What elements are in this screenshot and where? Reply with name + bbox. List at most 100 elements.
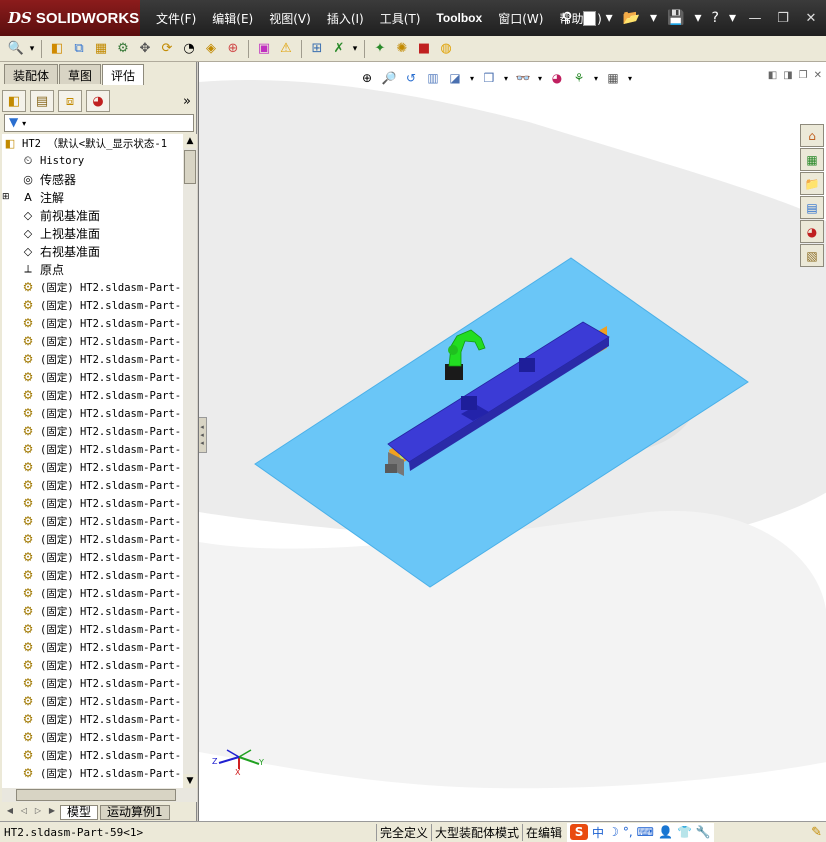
tree-part-row[interactable]: ⚙ (固定) HT2.sldasm-Part- xyxy=(2,602,183,620)
tree-item-history[interactable]: ⏲ History xyxy=(2,152,183,170)
interference-icon[interactable]: ✗ xyxy=(329,39,349,59)
tree-part-row[interactable]: ⚙ (固定) HT2.sldasm-Part- xyxy=(2,458,183,476)
appearances-scenes-icon[interactable]: ◕ xyxy=(800,220,824,243)
solidworks-resources-icon[interactable]: ⌂ xyxy=(800,124,824,147)
next-tab-icon[interactable]: ▷ xyxy=(32,806,44,819)
tree-part-row[interactable]: ⚙ (固定) HT2.sldasm-Part- xyxy=(2,638,183,656)
insert-component-icon[interactable]: ◧ xyxy=(47,39,67,59)
appearance-icon[interactable]: ▣ xyxy=(254,39,274,59)
select-tool-icon[interactable]: 🔍 xyxy=(6,39,26,59)
bottom-tab-model[interactable]: 模型 xyxy=(60,805,99,820)
tree-part-row[interactable]: ⚙ (固定) HT2.sldasm-Part- xyxy=(2,440,183,458)
tree-part-row[interactable]: ⚙ (固定) HT2.sldasm-Part- xyxy=(2,566,183,584)
feature-tree-icon[interactable]: ◧ xyxy=(2,90,26,112)
previous-view-icon[interactable]: ↺ xyxy=(403,70,419,86)
edit-appearance-icon[interactable]: ◕ xyxy=(549,70,565,86)
file-explorer-icon[interactable]: 📁 xyxy=(800,172,824,195)
split-view-icon[interactable]: ◧ xyxy=(768,70,777,81)
dropdown-arrow-icon[interactable]: ▾ xyxy=(729,10,736,26)
dropdown-arrow-icon[interactable]: ▾ xyxy=(469,70,475,86)
tree-part-row[interactable]: ⚙ (固定) HT2.sldasm-Part- xyxy=(2,350,183,368)
tree-item-annotation[interactable]: ⊞ A 注解 xyxy=(2,188,183,206)
scroll-up-icon[interactable]: ▲ xyxy=(183,134,197,148)
apply-scene-icon[interactable]: ⚘ xyxy=(571,70,587,86)
zoom-to-area-icon[interactable]: 🔎 xyxy=(381,70,397,86)
property-manager-icon[interactable]: ▤ xyxy=(30,90,54,112)
dropdown-arrow-icon[interactable]: ▾ xyxy=(627,70,633,86)
ime-halfwidth-icon[interactable]: ☽ xyxy=(608,825,619,839)
graphics-area[interactable]: X Y Z ⊕ 🔎 ↺ ▥ ◪ ▾ ❒ ▾ 👓 ▾ ◕ ⚘ ▾ ▦ ▾ ◧ ◨ … xyxy=(198,62,826,821)
display-manager-icon[interactable]: ◕ xyxy=(86,90,110,112)
tree-part-row[interactable]: ⚙ (固定) HT2.sldasm-Part- xyxy=(2,404,183,422)
tree-part-row[interactable]: ⚙ (固定) HT2.sldasm-Part- xyxy=(2,746,183,764)
pin-icon[interactable]: ⚲ xyxy=(562,10,572,26)
tree-part-row[interactable]: ⚙ (固定) HT2.sldasm-Part- xyxy=(2,512,183,530)
help-icon[interactable]: ? xyxy=(712,10,719,26)
ime-user-icon[interactable]: 👤 xyxy=(658,825,673,839)
save-icon[interactable]: 💾 xyxy=(667,10,684,26)
color-display-icon[interactable]: ■ xyxy=(414,39,434,59)
minimize-icon[interactable]: — xyxy=(746,11,764,26)
panel-splitter-handle[interactable]: ◂ ◂ ◂ xyxy=(199,417,207,453)
tree-part-row[interactable]: ⚙ (固定) HT2.sldasm-Part- xyxy=(2,332,183,350)
tree-item-sensor[interactable]: ◎ 传感器 xyxy=(2,170,183,188)
move-component-icon[interactable]: ✥ xyxy=(135,39,155,59)
menu-tools[interactable]: 工具(T) xyxy=(372,10,429,27)
hide-show-items-icon[interactable]: 👓 xyxy=(515,70,531,86)
zoom-to-fit-icon[interactable]: ⊕ xyxy=(359,70,375,86)
tree-item-plane[interactable]: ◇ 上视基准面 xyxy=(2,224,183,242)
tab-evaluate[interactable]: 评估 xyxy=(102,64,145,85)
tree-part-row[interactable]: ⚙ (固定) HT2.sldasm-Part- xyxy=(2,656,183,674)
view-orientation-icon[interactable]: ◪ xyxy=(447,70,463,86)
dropdown-arrow-icon[interactable]: ▾ xyxy=(28,39,36,59)
open-folder-icon[interactable]: 📂 xyxy=(623,10,640,26)
ime-toolbar[interactable]: S 中 ☽ °, ⌨ 👤 👕 🔧 xyxy=(567,822,714,842)
tree-part-row[interactable]: ⚙ (固定) HT2.sldasm-Part- xyxy=(2,548,183,566)
smart-fastener-icon[interactable]: ⚙ xyxy=(113,39,133,59)
rebuild-status-icon[interactable]: ✎ xyxy=(811,825,822,840)
configuration-manager-icon[interactable]: ⧈ xyxy=(58,90,82,112)
rail-end-cap[interactable] xyxy=(385,464,397,473)
dropdown-arrow-icon[interactable]: ▾ xyxy=(650,10,657,26)
dropdown-arrow-icon[interactable]: ▾ xyxy=(695,10,702,26)
tree-part-row[interactable]: ⚙ (固定) HT2.sldasm-Part- xyxy=(2,476,183,494)
robot-joint[interactable] xyxy=(448,345,458,355)
expand-panel-icon[interactable]: » xyxy=(183,94,191,109)
menu-view[interactable]: 视图(V) xyxy=(261,10,319,27)
tree-part-row[interactable]: ⚙ (固定) HT2.sldasm-Part- xyxy=(2,278,183,296)
tree-item-origin[interactable]: ⟂ 原点 xyxy=(2,260,183,278)
tree-part-row[interactable]: ⚙ (固定) HT2.sldasm-Part- xyxy=(2,764,183,782)
close-view-icon[interactable]: ✕ xyxy=(814,70,822,81)
tab-assembly[interactable]: 装配体 xyxy=(4,64,59,84)
simulation-icon[interactable]: ✺ xyxy=(392,39,412,59)
tree-part-row[interactable]: ⚙ (固定) HT2.sldasm-Part- xyxy=(2,692,183,710)
menu-toolbox[interactable]: Toolbox xyxy=(428,11,490,25)
tab-sketch[interactable]: 草图 xyxy=(59,64,102,84)
tree-item-plane[interactable]: ◇ 前视基准面 xyxy=(2,206,183,224)
tree-part-row[interactable]: ⚙ (固定) HT2.sldasm-Part- xyxy=(2,710,183,728)
section-view-icon[interactable]: ▥ xyxy=(425,70,441,86)
tree-part-row[interactable]: ⚙ (固定) HT2.sldasm-Part- xyxy=(2,530,183,548)
menu-window[interactable]: 窗口(W) xyxy=(490,10,551,27)
restore-view-icon[interactable]: ❐ xyxy=(799,70,808,81)
carriage-front-block[interactable] xyxy=(461,396,477,410)
ime-tools-icon[interactable]: 🔧 xyxy=(696,825,711,839)
dropdown-arrow-icon[interactable]: ▾ xyxy=(606,10,613,26)
dropdown-arrow-icon[interactable]: ▾ xyxy=(593,70,599,86)
tree-filter[interactable]: ▼ ▾ xyxy=(4,114,194,132)
warning-icon[interactable]: ⚠ xyxy=(276,39,296,59)
dropdown-arrow-icon[interactable]: ▾ xyxy=(351,39,359,59)
scroll-thumb[interactable] xyxy=(184,150,196,184)
tree-horizontal-scrollbar[interactable] xyxy=(2,788,197,802)
design-library-icon[interactable]: ▦ xyxy=(800,148,824,171)
split-view-right-icon[interactable]: ◨ xyxy=(783,70,792,81)
ime-skin-icon[interactable]: 👕 xyxy=(677,825,692,839)
tree-part-row[interactable]: ⚙ (固定) HT2.sldasm-Part- xyxy=(2,386,183,404)
tree-part-row[interactable]: ⚙ (固定) HT2.sldasm-Part- xyxy=(2,314,183,332)
dropdown-arrow-icon[interactable]: ▾ xyxy=(503,70,509,86)
exploded-view-icon[interactable]: ⊞ xyxy=(307,39,327,59)
tree-part-row[interactable]: ⚙ (固定) HT2.sldasm-Part- xyxy=(2,728,183,746)
tree-item-plane[interactable]: ◇ 右视基准面 xyxy=(2,242,183,260)
tree-part-row[interactable]: ⚙ (固定) HT2.sldasm-Part- xyxy=(2,368,183,386)
custom-properties-icon[interactable]: ▧ xyxy=(800,244,824,267)
